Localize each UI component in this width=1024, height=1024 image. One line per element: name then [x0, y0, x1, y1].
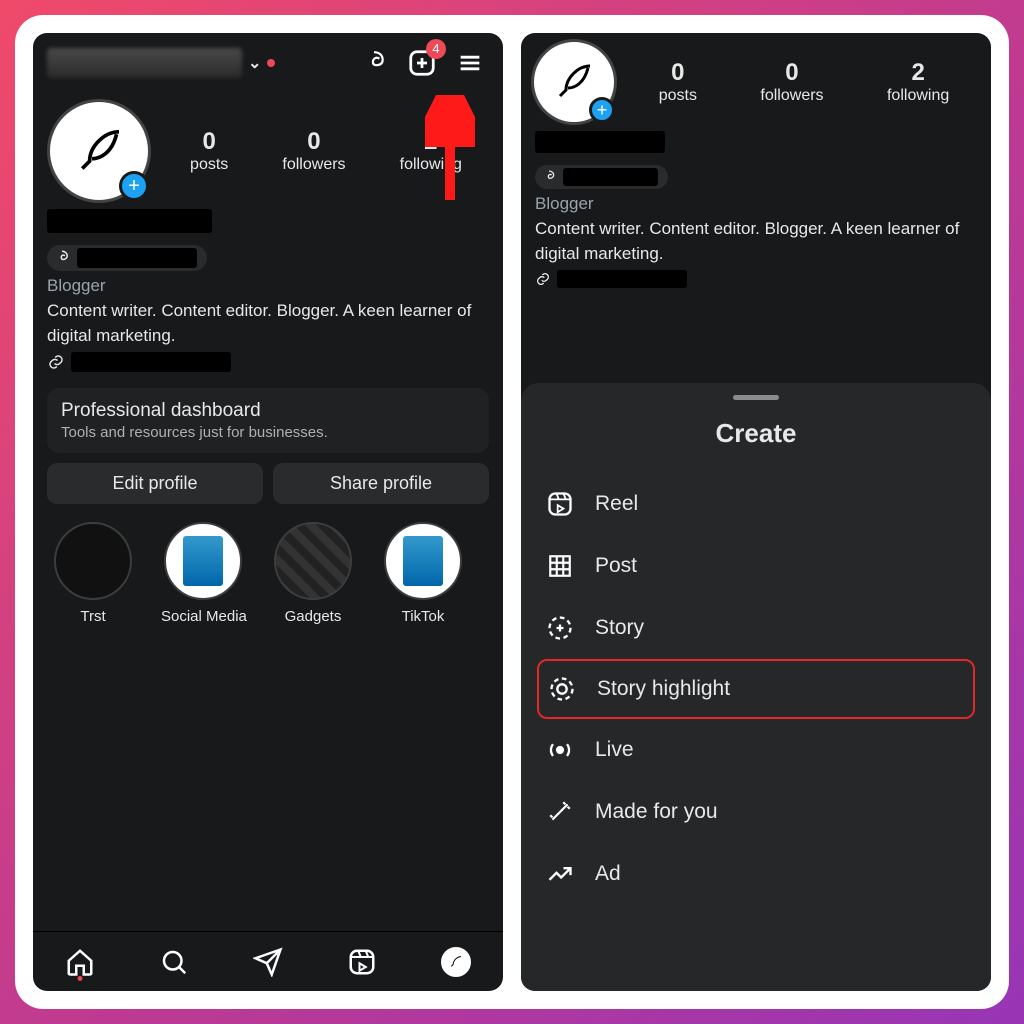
create-made-for-you[interactable]: Made for you [537, 781, 975, 843]
story-icon [545, 613, 575, 643]
stat-followers[interactable]: 0 followers [760, 59, 823, 105]
share-profile-button[interactable]: Share profile [273, 463, 489, 504]
professional-dashboard[interactable]: Professional dashboard Tools and resourc… [47, 388, 489, 453]
create-reel[interactable]: Reel [537, 473, 975, 535]
stat-posts[interactable]: 0 posts [659, 59, 697, 105]
nav-messages[interactable] [251, 945, 285, 979]
avatar[interactable]: + [531, 39, 617, 125]
highlight-item[interactable]: Gadgets [271, 522, 355, 625]
stat-following[interactable]: 2 following [400, 128, 462, 174]
badge-count: 4 [426, 39, 446, 59]
username-redacted [47, 48, 242, 78]
profile-avatar-icon [441, 947, 471, 977]
threads-icon [53, 249, 71, 267]
profile-screen: ⌄ 4 + [33, 33, 503, 991]
create-post[interactable]: Post [537, 535, 975, 597]
bottom-nav [33, 931, 503, 991]
wand-icon [545, 797, 575, 827]
chevron-down-icon: ⌄ [248, 53, 261, 73]
create-sheet: Create Reel Post Story Story highlight [521, 383, 991, 991]
add-story-icon[interactable]: + [119, 171, 149, 201]
threads-icon [361, 50, 387, 76]
nav-search[interactable] [157, 945, 191, 979]
grid-icon [545, 551, 575, 581]
profile-category: Blogger [535, 192, 977, 217]
stat-followers[interactable]: 0 followers [282, 128, 345, 174]
profile-info: Blogger Content writer. Content editor. … [521, 125, 991, 290]
create-live[interactable]: Live [537, 719, 975, 781]
reels-icon [545, 489, 575, 519]
home-icon [65, 947, 95, 977]
highlight-cover [384, 522, 462, 600]
link-icon [47, 353, 65, 371]
create-ad[interactable]: Ad [537, 843, 975, 905]
edit-profile-button[interactable]: Edit profile [47, 463, 263, 504]
notification-dot-icon [267, 59, 275, 67]
send-icon [253, 947, 283, 977]
add-story-icon[interactable]: + [589, 97, 615, 123]
stat-following[interactable]: 2 following [887, 59, 949, 105]
highlight-cover [164, 522, 242, 600]
profile-link-redacted [71, 352, 231, 372]
menu-button[interactable] [451, 44, 489, 82]
dashboard-title: Professional dashboard [61, 400, 475, 422]
threads-handle-redacted [563, 168, 658, 186]
threads-button[interactable] [355, 44, 393, 82]
profile-link[interactable] [535, 270, 977, 288]
hamburger-icon [456, 49, 484, 77]
avatar[interactable]: + [47, 99, 151, 203]
highlight-item[interactable]: TikTok [381, 522, 465, 625]
dashboard-subtitle: Tools and resources just for businesses. [61, 424, 475, 441]
threads-chip[interactable] [47, 245, 207, 271]
threads-icon [541, 169, 557, 185]
highlight-icon [547, 674, 577, 704]
nav-home[interactable] [63, 945, 97, 979]
highlights-row: Trst Social Media Gadgets TikTok [33, 504, 503, 625]
stat-posts[interactable]: 0 posts [190, 128, 228, 174]
create-button[interactable]: 4 [403, 44, 441, 82]
nav-reels[interactable] [345, 945, 379, 979]
sheet-grabber[interactable] [733, 395, 779, 400]
create-story-highlight[interactable]: Story highlight [537, 659, 975, 719]
profile-bio: Content writer. Content editor. Blogger.… [535, 217, 977, 266]
top-bar: ⌄ 4 [33, 33, 503, 93]
highlight-cover [54, 522, 132, 600]
profile-screen-with-sheet: + 0 posts 0 followers 2 following [521, 33, 991, 991]
highlight-item[interactable]: Social Media [161, 522, 245, 625]
create-story[interactable]: Story [537, 597, 975, 659]
threads-handle-redacted [77, 248, 197, 268]
trend-icon [545, 859, 575, 889]
notification-dot-icon [78, 976, 83, 981]
username-switcher[interactable]: ⌄ [47, 48, 345, 78]
display-name-redacted [47, 209, 212, 233]
sheet-title: Create [537, 418, 975, 449]
profile-header: + 0 posts 0 followers 2 following [521, 33, 991, 125]
threads-chip[interactable] [535, 165, 668, 189]
profile-link-redacted [557, 270, 687, 288]
profile-header: + 0 posts 0 followers 2 following [33, 93, 503, 203]
highlight-cover [274, 522, 352, 600]
profile-info: Blogger Content writer. Content editor. … [33, 203, 503, 374]
reels-icon [347, 947, 377, 977]
link-icon [535, 271, 551, 287]
nav-profile[interactable] [439, 945, 473, 979]
profile-category: Blogger [47, 274, 489, 299]
search-icon [159, 947, 189, 977]
profile-link[interactable] [47, 352, 489, 372]
highlight-item[interactable]: Trst [51, 522, 135, 625]
live-icon [545, 735, 575, 765]
profile-bio: Content writer. Content editor. Blogger.… [47, 299, 489, 348]
display-name-redacted [535, 131, 665, 153]
